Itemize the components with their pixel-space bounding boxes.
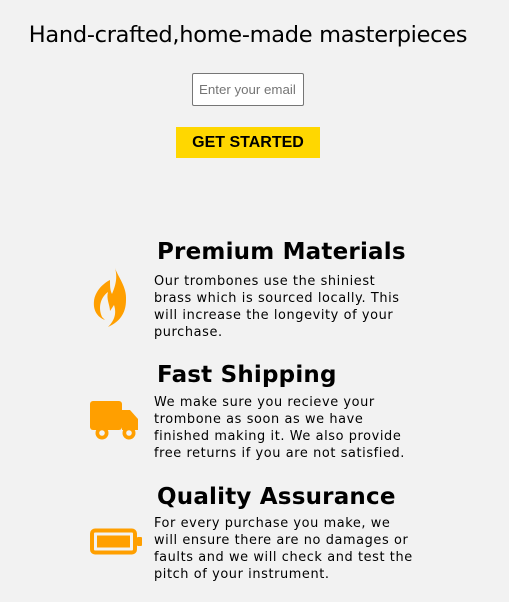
feature-title: Premium Materials	[157, 239, 406, 265]
email-input[interactable]	[192, 73, 304, 106]
feature-description: We make sure you recieve your trombone a…	[154, 395, 405, 461]
hero-title: Hand-crafted,home-made masterpieces	[28, 22, 468, 48]
fire-icon	[93, 268, 127, 327]
feature-title: Fast Shipping	[157, 362, 337, 388]
truck-icon	[90, 401, 140, 441]
feature-title: Quality Assurance	[157, 484, 396, 510]
battery-full-icon	[90, 528, 144, 558]
feature-description: For every purchase you make, we will ens…	[154, 516, 413, 582]
feature-description: Our trombones use the shiniest brass whi…	[154, 274, 400, 340]
get-started-button[interactable]: GET STARTED	[176, 127, 320, 158]
